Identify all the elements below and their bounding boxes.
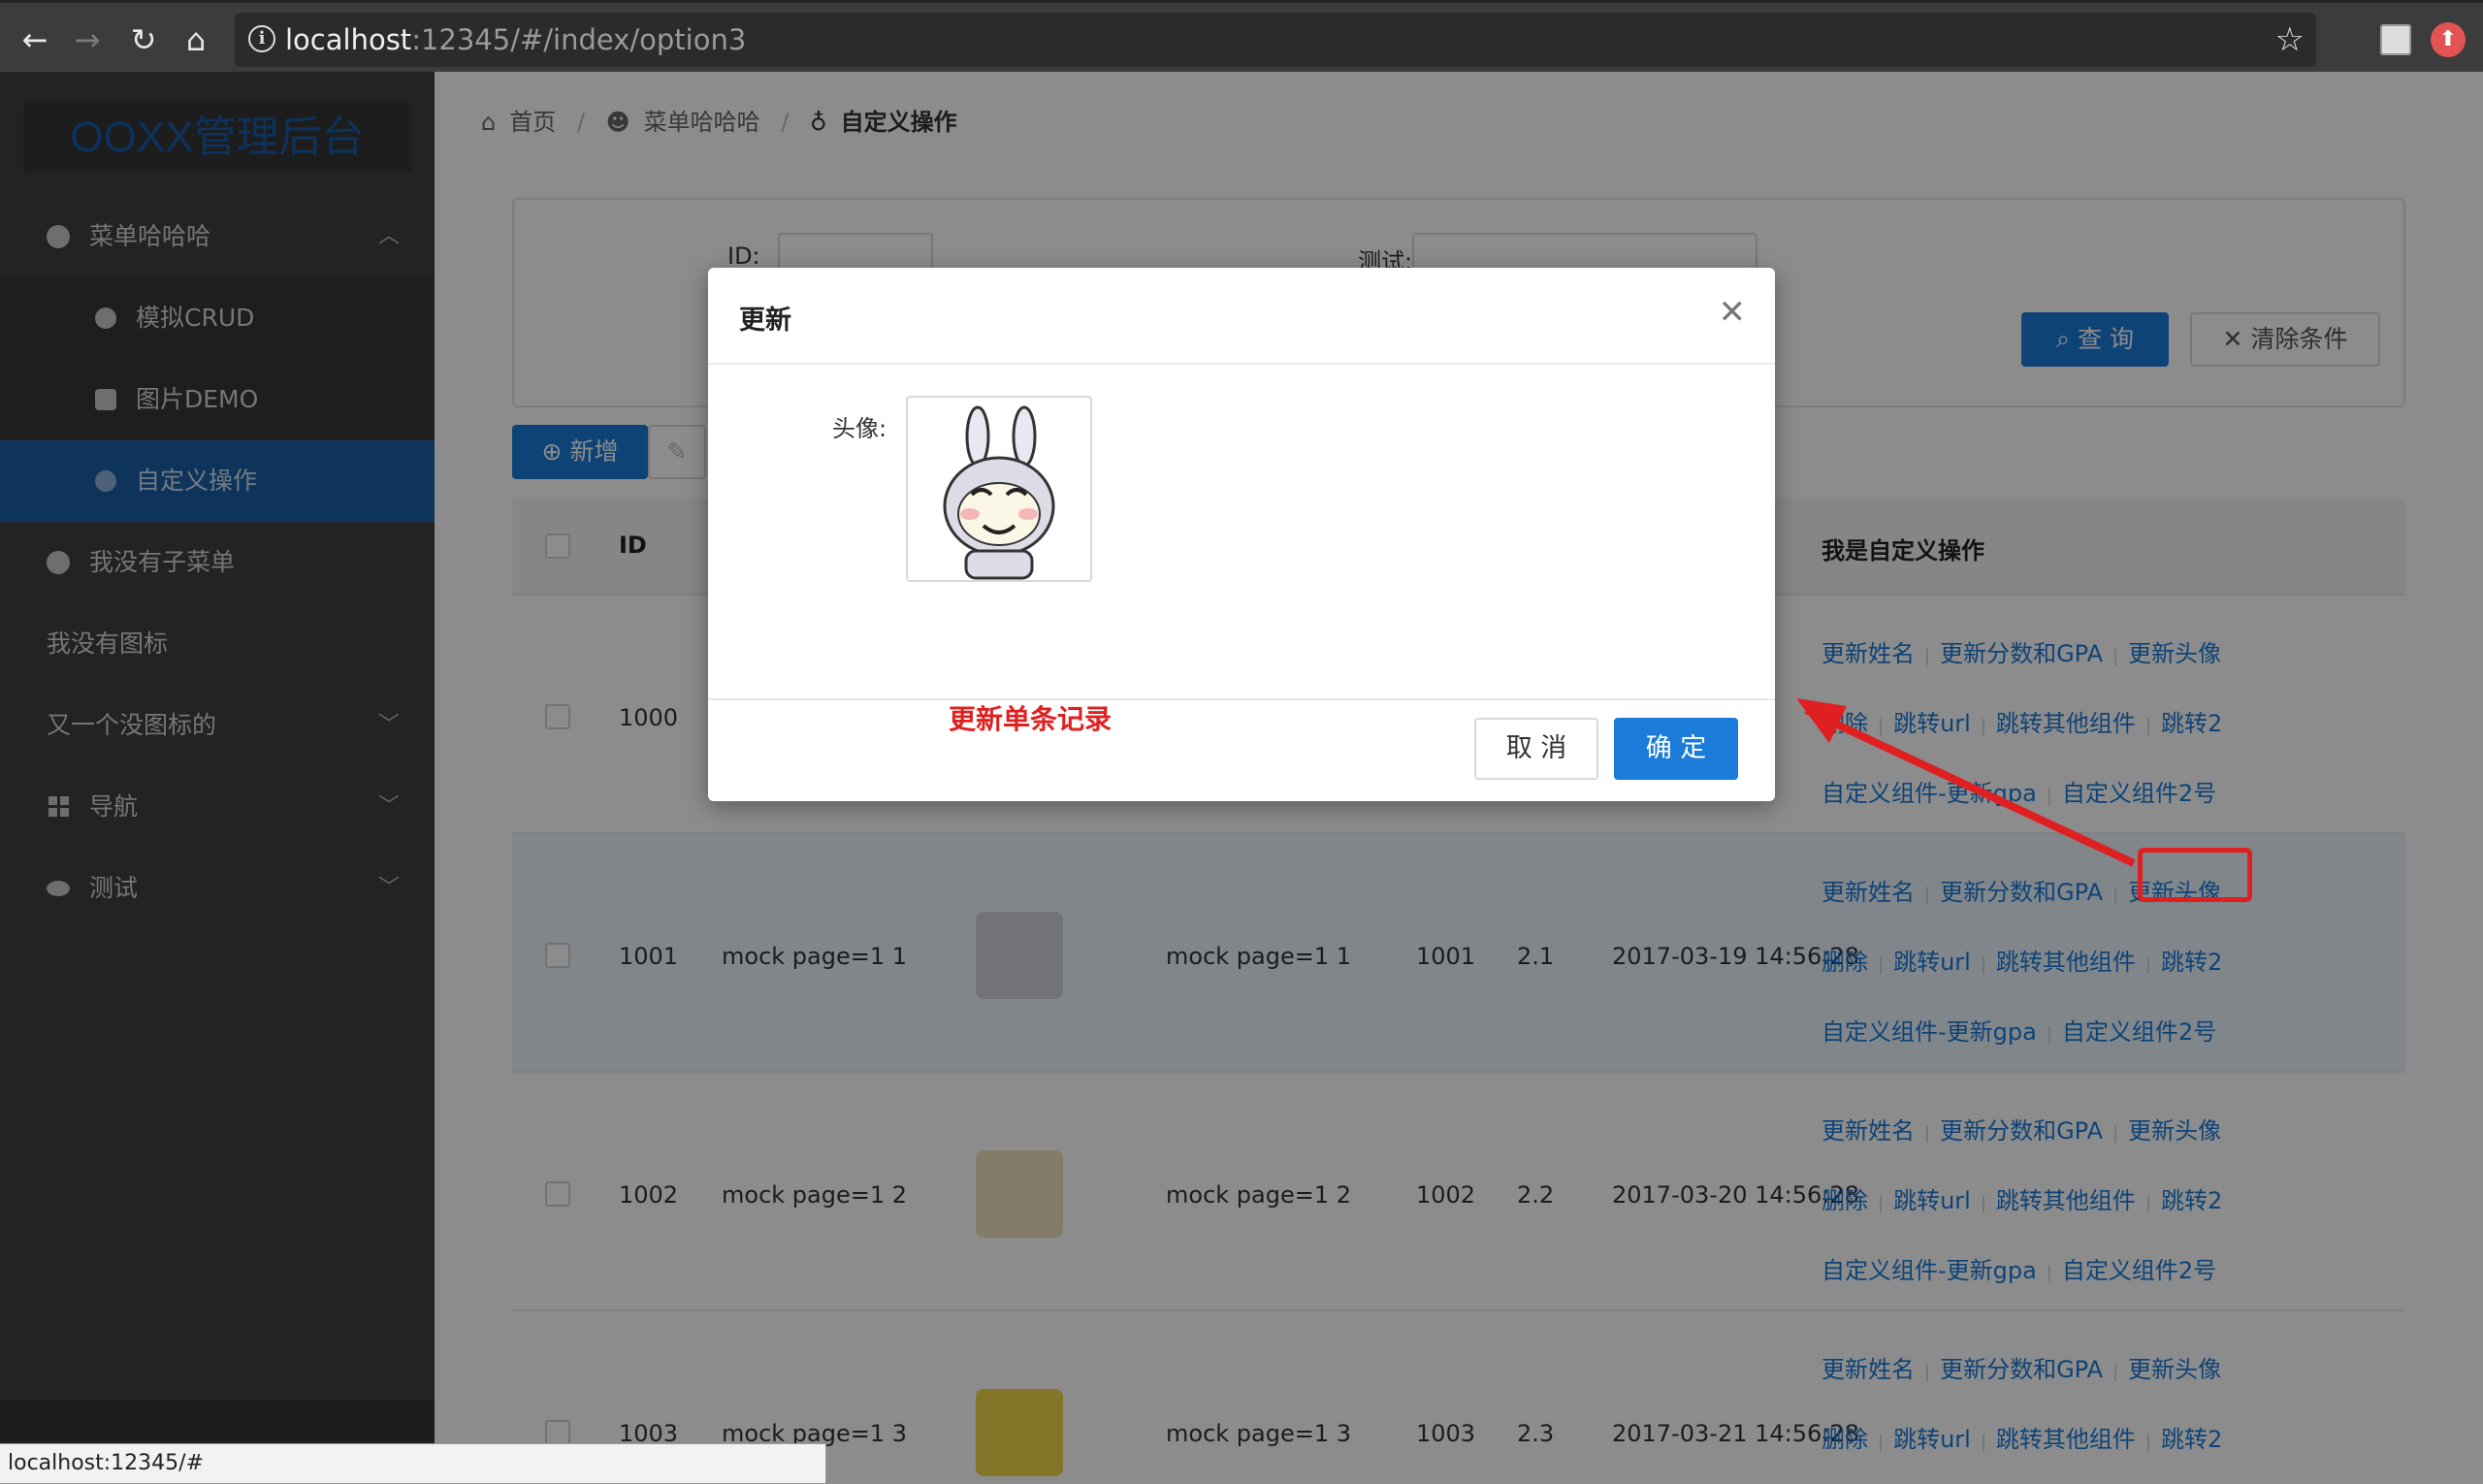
cancel-button[interactable]: 取 消: [1474, 718, 1598, 780]
url-text[interactable]: localhost:12345/#/index/option3: [285, 24, 746, 55]
modal-title: 更新: [739, 306, 791, 336]
reload-icon[interactable]: ↻: [124, 20, 163, 59]
rabbit-avatar-image: [943, 405, 1055, 580]
close-icon[interactable]: ✕: [1719, 293, 1747, 332]
annotation-highlight-box: [2138, 848, 2252, 902]
avatar-upload[interactable]: [906, 396, 1092, 582]
profile-icon[interactable]: ⬆: [2431, 22, 2466, 57]
annotation-arrow: [1796, 698, 2136, 867]
update-modal: 更新 ✕ 头像: 更新单条记录 取 消 确 定: [708, 268, 1775, 801]
modal-footer: 更新单条记录 取 消 确 定: [708, 698, 1775, 801]
back-icon[interactable]: ←: [16, 20, 54, 59]
forward-icon[interactable]: →: [68, 20, 107, 59]
modal-header: 更新 ✕: [708, 268, 1775, 365]
info-icon[interactable]: i: [248, 25, 275, 52]
home-icon[interactable]: ⌂: [177, 20, 215, 59]
bookmark-star-icon[interactable]: ☆: [2275, 20, 2305, 59]
ok-button[interactable]: 确 定: [1614, 718, 1738, 780]
status-bar-url: localhost:12345/#: [0, 1443, 826, 1484]
browser-toolbar: ← → ↻ ⌂ i localhost:12345/#/index/option…: [0, 0, 2483, 72]
extension-icon[interactable]: [2380, 24, 2411, 55]
avatar-label: 头像:: [832, 415, 887, 442]
annotation-text: 更新单条记录: [949, 703, 1113, 735]
address-bar[interactable]: i localhost:12345/#/index/option3 ☆: [235, 13, 2316, 67]
